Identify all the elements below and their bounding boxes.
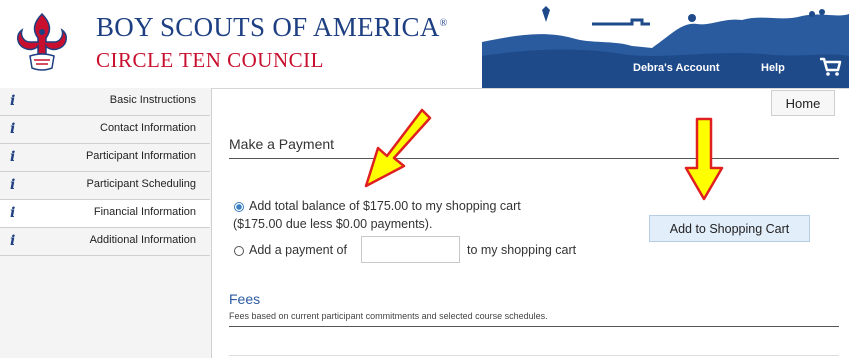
info-icon: i bbox=[10, 233, 16, 249]
sidebar-item-label: Participant Scheduling bbox=[86, 178, 196, 190]
fees-description: Fees based on current participant commit… bbox=[229, 311, 548, 321]
partial-payment-suffix: to my shopping cart bbox=[467, 243, 577, 257]
info-icon: i bbox=[10, 93, 16, 109]
info-icon: i bbox=[10, 205, 16, 221]
total-balance-detail: ($175.00 due less $0.00 payments). bbox=[233, 217, 433, 231]
payment-amount-input[interactable] bbox=[361, 236, 460, 263]
shopping-cart-icon[interactable] bbox=[818, 55, 842, 77]
org-name: BOY SCOUTS OF AMERICA® bbox=[96, 12, 448, 42]
sidebar-item-label: Financial Information bbox=[93, 206, 196, 218]
sidebar-list: i Basic Instructions i Contact Informati… bbox=[0, 88, 210, 256]
sidebar-item-label: Additional Information bbox=[89, 234, 196, 246]
partial-payment-prefix: Add a payment of bbox=[249, 243, 347, 257]
sidebar-item-label: Basic Instructions bbox=[109, 94, 196, 106]
help-link[interactable]: Help bbox=[761, 62, 785, 74]
sidebar-item-basic-instructions[interactable]: i Basic Instructions bbox=[0, 88, 210, 116]
make-payment-heading: Make a Payment bbox=[229, 136, 335, 152]
account-link[interactable]: Debra's Account bbox=[633, 62, 720, 74]
total-balance-radio[interactable] bbox=[234, 202, 244, 212]
sidebar-item-participant-information[interactable]: i Participant Information bbox=[0, 144, 210, 172]
sidebar-item-participant-scheduling[interactable]: i Participant Scheduling bbox=[0, 172, 210, 200]
info-icon: i bbox=[10, 149, 16, 165]
header-banner-landscape bbox=[482, 6, 849, 88]
sidebar-item-label: Participant Information bbox=[85, 150, 196, 162]
sidebar-item-label: Contact Information bbox=[100, 122, 196, 134]
section-divider bbox=[229, 158, 839, 159]
add-to-shopping-cart-button[interactable]: Add to Shopping Cart bbox=[649, 215, 810, 242]
section-divider bbox=[229, 355, 839, 356]
bsa-fleur-de-lis-logo-icon bbox=[17, 12, 67, 71]
sidebar-item-financial-information[interactable]: i Financial Information bbox=[0, 200, 210, 228]
council-name: CIRCLE TEN COUNCIL bbox=[96, 48, 324, 72]
sidebar-item-additional-information[interactable]: i Additional Information bbox=[0, 228, 210, 256]
home-button[interactable]: Home bbox=[771, 90, 835, 116]
site-header: BOY SCOUTS OF AMERICA® CIRCLE TEN COUNCI… bbox=[0, 0, 849, 89]
partial-payment-radio[interactable] bbox=[234, 246, 244, 256]
annotation-arrow-icon bbox=[684, 117, 724, 201]
info-icon: i bbox=[10, 121, 16, 137]
fees-heading: Fees bbox=[229, 291, 261, 307]
info-icon: i bbox=[10, 177, 16, 193]
annotation-arrow-icon bbox=[364, 108, 432, 188]
total-balance-label: Add total balance of $175.00 to my shopp… bbox=[249, 199, 521, 213]
sidebar-item-contact-information[interactable]: i Contact Information bbox=[0, 116, 210, 144]
section-divider bbox=[229, 326, 839, 327]
sidebar-nav: i Basic Instructions i Contact Informati… bbox=[0, 88, 212, 358]
